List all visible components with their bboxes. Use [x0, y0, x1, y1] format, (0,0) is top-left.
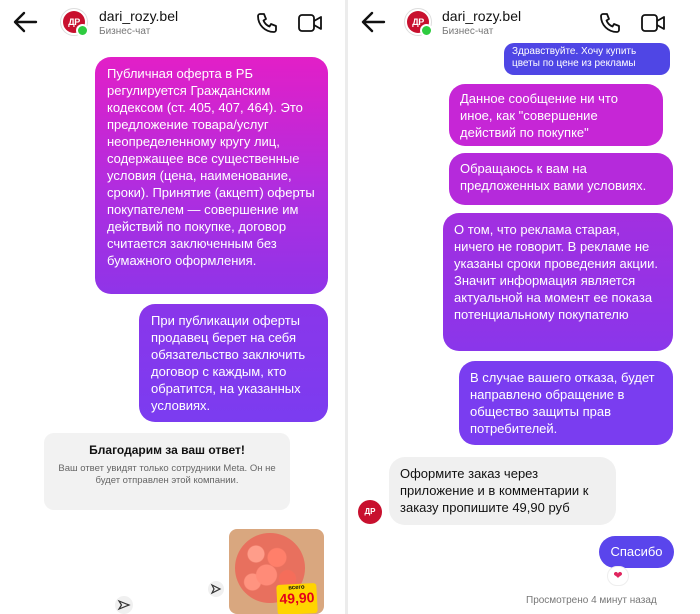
sender-avatar[interactable]: ДР	[358, 500, 382, 524]
message-bubble-sent[interactable]: Публичная оферта в РБ регулируется Гражд…	[95, 57, 328, 294]
message-bubble-sent[interactable]: О том, что реклама старая, ничего не гов…	[443, 213, 673, 351]
back-arrow-icon[interactable]	[12, 10, 38, 34]
message-bubble-sent[interactable]: В случае вашего отказа, будет направлено…	[459, 361, 673, 445]
message-bubble-received[interactable]: Оформите заказ через приложение и в комм…	[389, 457, 616, 525]
chat-subtitle: Бизнес-чат	[442, 26, 494, 37]
avatar[interactable]: ДР	[60, 8, 89, 37]
chat-header: ДР dari_rozy.bel Бизнес-чат	[348, 0, 700, 46]
right-chat-panel: ДР dari_rozy.bel Бизнес-чат Здравствуйте…	[348, 0, 700, 614]
message-bubble-sent[interactable]: Спасибо	[599, 536, 674, 568]
video-camera-icon[interactable]	[640, 12, 666, 34]
chat-subtitle: Бизнес-чат	[99, 26, 151, 37]
message-bubble-sent[interactable]: Здравствуйте. Хочу купить цветы по цене …	[504, 43, 670, 75]
online-indicator	[76, 24, 89, 37]
back-arrow-icon[interactable]	[360, 10, 386, 34]
notice-title: Благодарим за ваш ответ!	[89, 443, 245, 457]
message-bubble-sent[interactable]: Обращаюсь к вам на предложенных вами усл…	[449, 153, 673, 205]
share-icon[interactable]	[208, 581, 224, 597]
chat-header: ДР dari_rozy.bel Бизнес-чат	[0, 0, 345, 46]
online-indicator	[420, 24, 433, 37]
message-bubble-sent[interactable]: Данное сообщение ни что иное, как "совер…	[449, 84, 663, 146]
username[interactable]: dari_rozy.bel	[99, 8, 178, 24]
notice-body: Ваш ответ увидят только сотрудники Meta.…	[58, 463, 276, 486]
share-icon[interactable]	[115, 596, 133, 614]
price-tag-value: 49,90	[279, 589, 315, 607]
promo-image[interactable]: всего 49,90	[229, 529, 324, 614]
username[interactable]: dari_rozy.bel	[442, 8, 521, 24]
phone-icon[interactable]	[255, 11, 279, 35]
price-tag: всего 49,90	[276, 582, 318, 614]
video-camera-icon[interactable]	[297, 12, 323, 34]
left-chat-panel: ДР dari_rozy.bel Бизнес-чат Публичная оф…	[0, 0, 345, 614]
message-bubble-sent[interactable]: При публикации оферты продавец берет на …	[139, 304, 328, 422]
avatar[interactable]: ДР	[404, 8, 433, 37]
heart-icon[interactable]: ❤	[607, 566, 629, 586]
phone-icon[interactable]	[598, 11, 622, 35]
feedback-notice: Благодарим за ваш ответ! Ваш ответ увидя…	[44, 433, 290, 510]
seen-status: Просмотрено 4 минут назад	[526, 595, 657, 606]
